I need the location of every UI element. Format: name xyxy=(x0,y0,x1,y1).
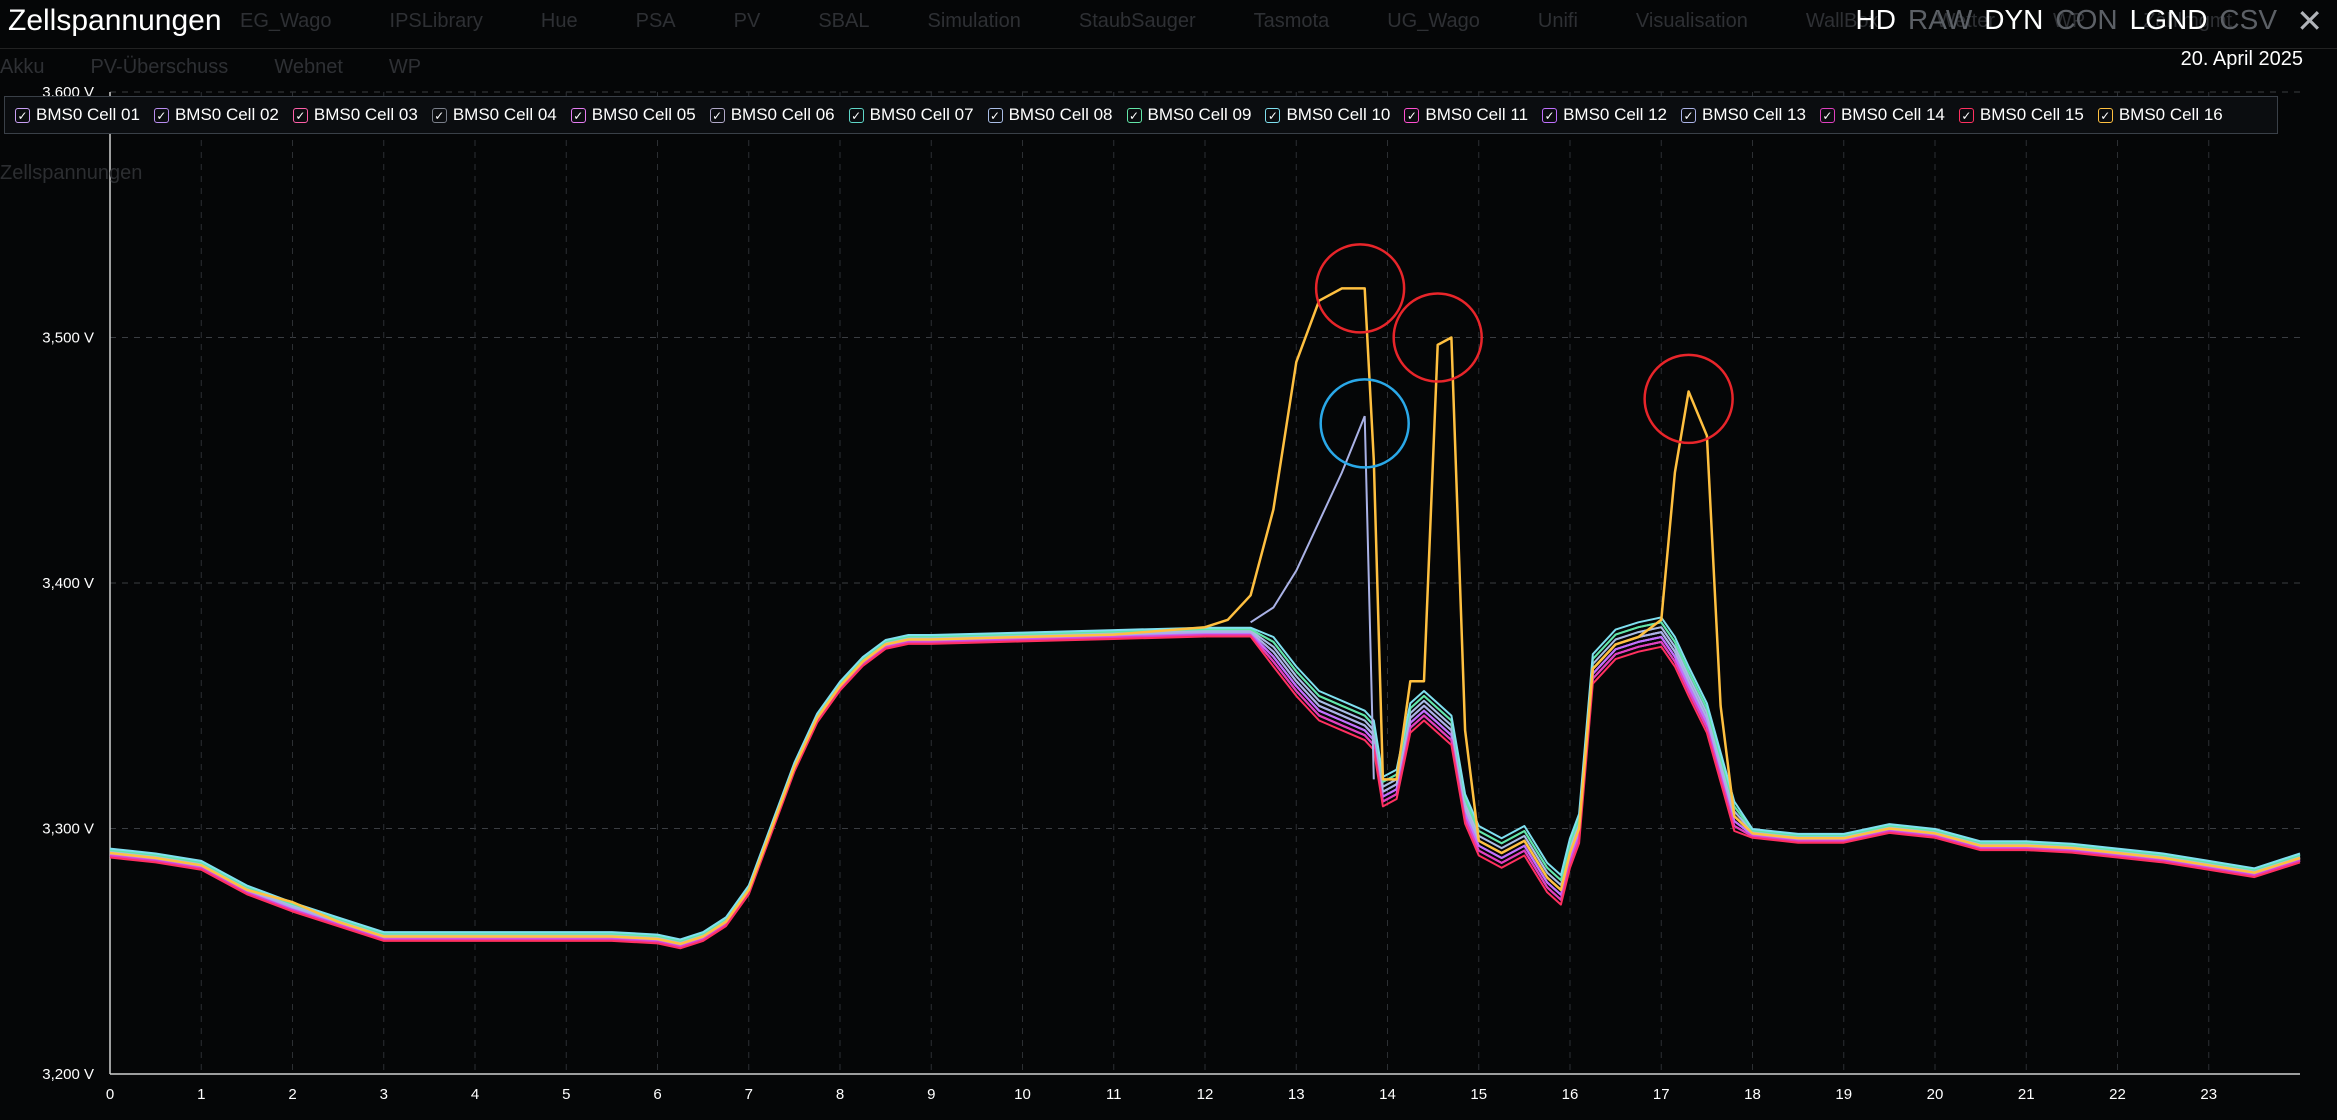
legend-label: BMS0 Cell 08 xyxy=(1008,105,1113,124)
x-tick-label: 12 xyxy=(1197,1086,1214,1103)
legend-checkbox-icon[interactable]: ✓ xyxy=(848,107,864,123)
legend-item[interactable]: ✓ BMS0 Cell 10 xyxy=(1265,105,1390,125)
legend-checkbox-icon[interactable]: ✓ xyxy=(292,107,308,123)
legend-label: BMS0 Cell 11 xyxy=(1425,105,1529,124)
legend-item[interactable]: ✓ BMS0 Cell 04 xyxy=(431,105,557,125)
y-tick-label: 3,300 V xyxy=(42,821,94,838)
x-tick-label: 0 xyxy=(106,1086,114,1103)
x-tick-label: 14 xyxy=(1379,1086,1396,1103)
legend-label: BMS0 Cell 07 xyxy=(869,105,974,124)
legend-item[interactable]: ✓ BMS0 Cell 03 xyxy=(292,105,418,125)
x-tick-label: 1 xyxy=(197,1086,205,1103)
x-tick-label: 13 xyxy=(1288,1086,1305,1103)
legend-label: BMS0 Cell 14 xyxy=(1840,105,1945,124)
chart-legend: ✓ BMS0 Cell 01 ✓ BMS0 Cell 02 ✓ BMS0 Cell 03 ✓… xyxy=(4,96,2278,134)
legend-item[interactable]: ✓ BMS0 Cell 05 xyxy=(570,105,696,125)
legend-checkbox-icon[interactable]: ✓ xyxy=(1958,107,1974,123)
x-tick-label: 8 xyxy=(836,1086,844,1103)
legend-label: BMS0 Cell 01 xyxy=(36,105,140,124)
chart-axes: 3,200 V3,300 V3,400 V3,500 V3,600 V0 1 2 3 4… xyxy=(42,84,2300,1103)
x-tick-label: 20 xyxy=(1927,1086,1944,1103)
legend-checkbox-icon[interactable]: ✓ xyxy=(1404,107,1420,123)
x-tick-label: 10 xyxy=(1014,1086,1031,1103)
legend-checkbox-icon[interactable]: ✓ xyxy=(1265,107,1281,123)
x-tick-label: 3 xyxy=(380,1086,388,1103)
legend-item[interactable]: ✓ BMS0 Cell 07 xyxy=(848,105,974,125)
legend-item[interactable]: ✓ BMS0 Cell 15 xyxy=(1958,105,2084,125)
x-tick-label: 5 xyxy=(562,1086,570,1103)
annotation-circle xyxy=(1643,353,1734,445)
legend-label: BMS0 Cell 12 xyxy=(1563,105,1667,124)
legend-label: BMS0 Cell 16 xyxy=(2118,105,2223,124)
legend-label: BMS0 Cell 03 xyxy=(313,105,418,124)
y-tick-label: 3,200 V xyxy=(42,1066,94,1083)
legend-checkbox-icon[interactable]: ✓ xyxy=(709,107,725,123)
legend-item[interactable]: ✓ BMS0 Cell 14 xyxy=(1819,105,1945,125)
legend-checkbox-icon[interactable]: ✓ xyxy=(1542,107,1558,123)
legend-label: BMS0 Cell 05 xyxy=(591,105,696,124)
x-tick-label: 11 xyxy=(1106,1086,1122,1103)
voltage-chart: 3,200 V3,300 V3,400 V3,500 V3,600 V0 1 2 3 4… xyxy=(42,84,2301,1103)
legend-item[interactable]: ✓ BMS0 Cell 02 xyxy=(153,105,279,125)
chart-grid xyxy=(109,91,2300,1075)
series-line-cell-04 xyxy=(109,626,2301,944)
x-tick-label: 15 xyxy=(1470,1086,1487,1103)
x-tick-label: 18 xyxy=(1744,1086,1761,1103)
legend-checkbox-icon[interactable]: ✓ xyxy=(570,107,586,123)
legend-label: BMS0 Cell 02 xyxy=(174,105,279,124)
legend-checkbox-icon[interactable]: ✓ xyxy=(1819,107,1835,123)
x-tick-label: 17 xyxy=(1653,1086,1670,1103)
legend-checkbox-icon[interactable]: ✓ xyxy=(987,107,1003,123)
legend-item[interactable]: ✓ BMS0 Cell 12 xyxy=(1542,105,1667,125)
y-tick-label: 3,400 V xyxy=(42,575,94,592)
x-tick-label: 7 xyxy=(745,1086,753,1103)
y-tick-label: 3,500 V xyxy=(42,330,94,347)
series-line-cell-13-peak xyxy=(1250,415,1375,780)
legend-checkbox-icon[interactable]: ✓ xyxy=(431,107,447,123)
legend-item[interactable]: ✓ BMS0 Cell 13 xyxy=(1681,105,1806,125)
x-tick-label: 16 xyxy=(1562,1086,1579,1103)
x-tick-label: 4 xyxy=(471,1086,479,1103)
x-tick-label: 23 xyxy=(2200,1086,2217,1103)
legend-item[interactable]: ✓ BMS0 Cell 16 xyxy=(2097,105,2223,125)
legend-label: BMS0 Cell 13 xyxy=(1702,105,1806,124)
chart-annotations xyxy=(1314,243,1734,469)
legend-label: BMS0 Cell 15 xyxy=(1979,105,2084,124)
legend-checkbox-icon[interactable]: ✓ xyxy=(153,107,169,123)
legend-label: BMS0 Cell 09 xyxy=(1147,105,1252,124)
x-tick-label: 2 xyxy=(288,1086,296,1103)
x-tick-label: 22 xyxy=(2109,1086,2126,1103)
legend-checkbox-icon[interactable]: ✓ xyxy=(2097,107,2113,123)
legend-label: BMS0 Cell 06 xyxy=(730,105,835,124)
legend-item[interactable]: ✓ BMS0 Cell 06 xyxy=(709,105,835,125)
legend-item[interactable]: ✓ BMS0 Cell 09 xyxy=(1126,105,1252,125)
x-tick-label: 9 xyxy=(927,1086,935,1103)
legend-label: BMS0 Cell 10 xyxy=(1286,105,1391,124)
x-tick-label: 19 xyxy=(1835,1086,1852,1103)
legend-checkbox-icon[interactable]: ✓ xyxy=(15,107,30,123)
x-tick-label: 21 xyxy=(2018,1086,2035,1103)
legend-item[interactable]: ✓ BMS0 Cell 11 xyxy=(1404,105,1528,125)
legend-item[interactable]: ✓ BMS0 Cell 08 xyxy=(987,105,1113,125)
series-line-cell-08 xyxy=(109,626,2301,944)
legend-item[interactable]: ✓ BMS0 Cell 01 xyxy=(15,105,140,125)
legend-label: BMS0 Cell 04 xyxy=(452,105,557,124)
x-tick-label: 6 xyxy=(653,1086,661,1103)
legend-checkbox-icon[interactable]: ✓ xyxy=(1681,107,1696,123)
chart-subtitle: Zellspannungen xyxy=(0,162,143,184)
legend-checkbox-icon[interactable]: ✓ xyxy=(1126,107,1142,123)
